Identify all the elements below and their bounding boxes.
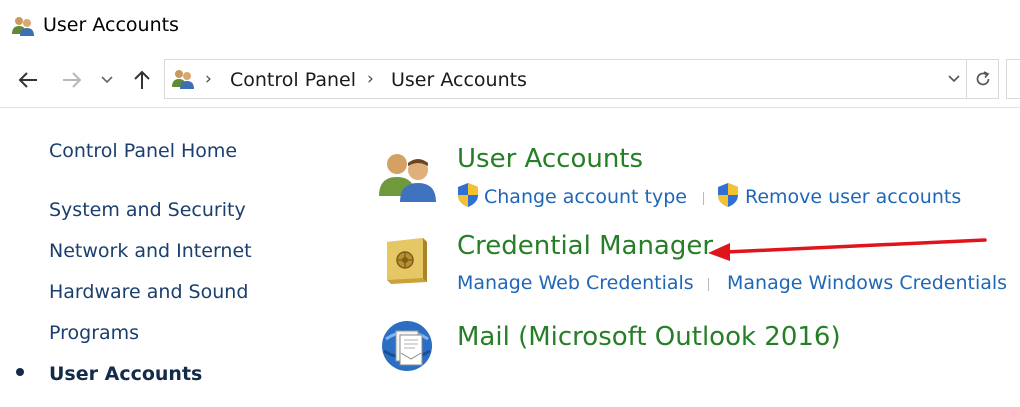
sidebar-item-control-panel-home[interactable]: Control Panel Home [49,140,237,162]
navigation-bar: › Control Panel › User Accounts [0,52,1020,108]
manage-windows-credentials-link[interactable]: Manage Windows Credentials [727,272,1007,294]
back-button[interactable] [14,66,42,94]
users-icon [171,68,195,90]
sidebar-item-network-and-internet[interactable]: Network and Internet [49,240,252,262]
breadcrumb-user-accounts[interactable]: User Accounts [391,69,527,91]
link-separator [703,192,704,205]
chevron-down-icon [948,75,960,83]
uac-shield-icon [456,182,480,208]
uac-shield-icon [716,182,740,208]
title-bar: User Accounts [0,0,1020,52]
back-arrow-icon [18,72,37,88]
address-dropdown-button[interactable] [946,71,962,87]
forward-button[interactable] [58,66,86,94]
vault-icon[interactable] [383,236,429,286]
manage-web-credentials-link[interactable]: Manage Web Credentials [457,272,694,294]
chevron-right-icon[interactable]: › [367,69,374,89]
address-bar[interactable]: › Control Panel › User Accounts [164,59,967,99]
breadcrumb-control-panel[interactable]: Control Panel [230,69,356,91]
control-panel-window: User Accounts › Control Panel › User Acc… [0,0,1020,407]
sidebar-overflow-text [49,398,55,407]
mail-icon[interactable] [380,319,434,373]
remove-user-accounts-link[interactable]: Remove user accounts [745,186,961,208]
up-arrow-icon [134,70,150,89]
sidebar-item-hardware-and-sound[interactable]: Hardware and Sound [49,281,248,303]
up-button[interactable] [128,66,156,94]
category-title-credential-manager[interactable]: Credential Manager [457,231,713,261]
forward-arrow-icon [63,72,82,88]
category-title-user-accounts[interactable]: User Accounts [457,144,643,174]
refresh-button[interactable] [967,59,999,99]
refresh-icon [976,71,989,86]
change-account-type-link[interactable]: Change account type [484,186,687,208]
link-separator [708,278,709,291]
sidebar-item-system-and-security[interactable]: System and Security [49,199,246,221]
chevron-down-icon [101,76,113,84]
users-icon [11,14,35,38]
category-title-mail[interactable]: Mail (Microsoft Outlook 2016) [457,322,841,352]
annotation-arrow-icon [708,238,987,261]
recent-locations-button[interactable] [96,66,118,94]
window-title: User Accounts [43,14,179,36]
chevron-right-icon[interactable]: › [205,69,212,89]
users-icon[interactable] [378,150,438,202]
sidebar-item-user-accounts[interactable]: User Accounts [49,363,202,385]
sidebar-item-programs[interactable]: Programs [49,322,139,344]
search-box[interactable] [1006,59,1020,99]
active-bullet-icon [16,368,24,376]
divider [0,107,1020,108]
